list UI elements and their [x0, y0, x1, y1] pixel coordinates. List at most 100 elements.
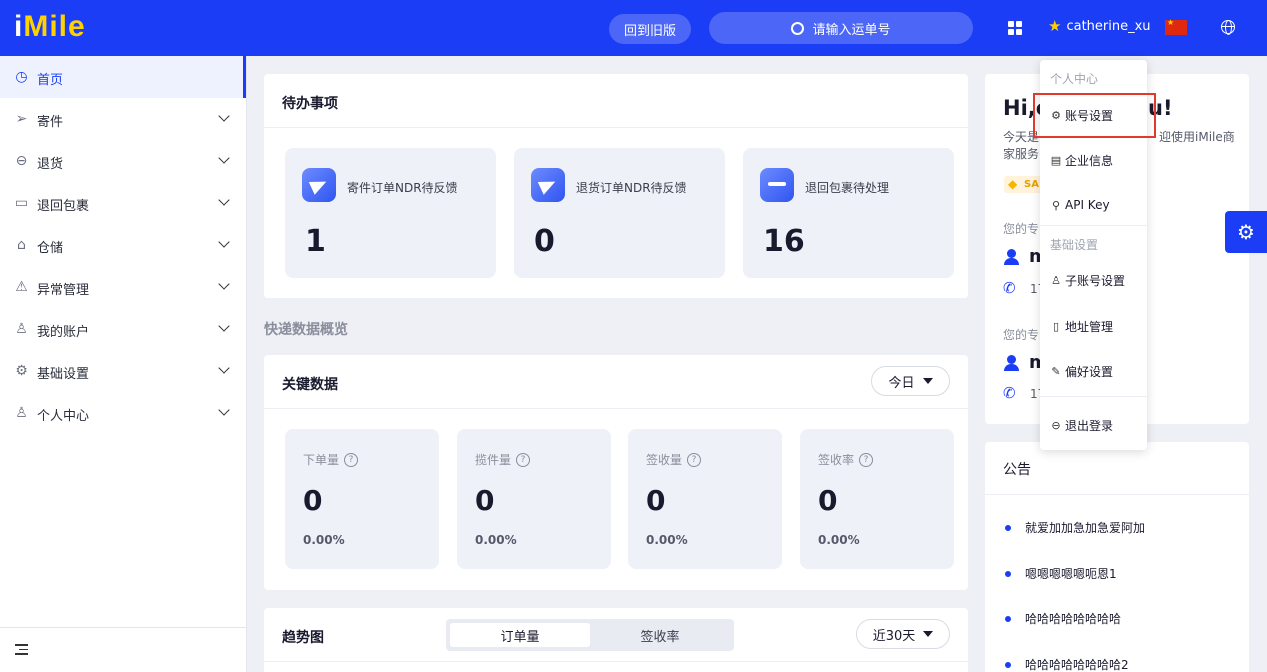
sidebar-item-home[interactable]: ◷ 首页 [0, 56, 246, 98]
divider [264, 661, 968, 662]
help-icon[interactable]: ? [516, 452, 531, 467]
apps-grid-icon[interactable] [1008, 21, 1022, 35]
menu-item-api-key[interactable]: ⚲ API Key [1050, 198, 1110, 212]
menu-divider [1040, 396, 1147, 397]
sidebar-item-personal-center[interactable]: ♙ 个人中心 [0, 392, 246, 434]
sidebar-item-exceptions[interactable]: ⚠ 异常管理 [0, 266, 246, 308]
user-menu-trigger[interactable]: ★ catherine_xu [1048, 19, 1151, 35]
china-flag-icon[interactable] [1165, 18, 1187, 35]
collapse-menu-icon[interactable] [15, 644, 28, 655]
divider [985, 494, 1249, 495]
sidebar-item-warehouse[interactable]: ⌂ 仓储 [0, 224, 246, 266]
phone-icon: ✆ [1003, 384, 1016, 402]
help-icon[interactable]: ? [687, 452, 702, 467]
help-icon[interactable]: ? [344, 452, 359, 467]
menu-item-address[interactable]: ▯ 地址管理 [1050, 318, 1113, 335]
menu-item-sub-accounts[interactable]: ♙ 子账号设置 [1050, 272, 1125, 289]
metric-signed: 签收量? 0 0.00% [628, 429, 782, 569]
metric-value: 0 [303, 484, 323, 517]
sidebar: ◷ 首页 ➢ 寄件 ⊖ 退货 ▭ 退回包裹 ⌂ 仓储 ⚠ 异常管理 ♙ 我的账户… [0, 56, 247, 672]
bullet-dot [1005, 524, 1011, 531]
tab-order-volume[interactable]: 订单量 [450, 623, 590, 647]
notice-text: 就爱加加急加急爱阿加 [1025, 521, 1146, 535]
sidebar-footer [0, 627, 246, 672]
help-icon[interactable]: ? [859, 452, 874, 467]
floating-settings-button[interactable]: ⚙ [1225, 211, 1267, 253]
overview-section-title: 快递数据概览 [264, 322, 348, 338]
globe-icon[interactable] [1221, 20, 1235, 35]
sidebar-item-label: 首页 [37, 73, 64, 88]
menu-item-company-info[interactable]: ▤ 企业信息 [1050, 152, 1113, 169]
caret-down-icon [923, 631, 934, 637]
todo-item-return-ndr[interactable]: 退货订单NDR待反馈 0 [514, 148, 725, 278]
sidebar-item-label: 仓储 [37, 241, 64, 256]
todo-item-send-ndr[interactable]: 寄件订单NDR待反馈 1 [285, 148, 496, 278]
top-header: iMile 回到旧版 请输入运单号 ★ catherine_xu [0, 0, 1267, 56]
phone-icon: ✆ [1003, 279, 1016, 297]
menu-label: 偏好设置 [1065, 365, 1114, 379]
old-version-button[interactable]: 回到旧版 [609, 14, 691, 44]
sidebar-item-returns[interactable]: ⊖ 退货 [0, 140, 246, 182]
key-icon: ⚲ [1051, 198, 1061, 212]
todo-label: 退货订单NDR待反馈 [576, 181, 687, 195]
package-box-icon [760, 168, 794, 202]
sidebar-item-label: 寄件 [37, 115, 64, 130]
chevron-down-icon [218, 278, 230, 290]
menu-item-account-settings[interactable]: ⚙ 账号设置 [1050, 107, 1113, 124]
menu-item-preferences[interactable]: ✎ 偏好设置 [1050, 363, 1113, 380]
period-value: 近30天 [872, 628, 916, 644]
user-icon: ♙ [15, 321, 28, 337]
tab-sign-rate[interactable]: 签收率 [590, 623, 730, 647]
divider [264, 127, 968, 128]
logo-letter-i: i [14, 10, 24, 43]
todo-value: 16 [763, 224, 805, 259]
imile-logo[interactable]: iMile [14, 10, 86, 44]
bullet-dot [1005, 570, 1011, 577]
metric-percent: 0.00% [303, 533, 345, 547]
gear-icon: ⚙ [15, 363, 28, 379]
menu-label: API Key [1065, 198, 1110, 212]
menu-item-logout[interactable]: ⊖ 退出登录 [1050, 417, 1113, 434]
notice-item[interactable]: 哈哈哈哈哈哈哈哈 [1005, 610, 1121, 627]
trend-period-select[interactable]: 近30天 [856, 619, 950, 649]
todo-title: 待办事项 [282, 96, 338, 112]
chevron-down-icon [218, 194, 230, 206]
metric-value: 0 [475, 484, 495, 517]
wrench-icon: ✎ [1051, 365, 1061, 378]
waybill-search-input[interactable]: 请输入运单号 [709, 12, 973, 44]
search-icon [791, 21, 805, 35]
notice-item[interactable]: 就爱加加急加急爱阿加 [1005, 519, 1145, 536]
sidebar-item-label: 我的账户 [37, 325, 90, 340]
gear-icon: ⚙ [1237, 220, 1255, 244]
sidebar-item-my-account[interactable]: ♙ 我的账户 [0, 308, 246, 350]
sidebar-item-send[interactable]: ➢ 寄件 [0, 98, 246, 140]
logo-text: Mile [23, 10, 86, 43]
username: catherine_xu [1066, 19, 1151, 34]
todo-value: 0 [534, 224, 555, 259]
logout-icon: ⊖ [1051, 419, 1061, 432]
menu-label: 子账号设置 [1065, 274, 1126, 288]
welcome-text-line2: 家服务 [1003, 147, 1040, 161]
sidebar-item-returned-packages[interactable]: ▭ 退回包裹 [0, 182, 246, 224]
send-plane-icon [302, 168, 336, 202]
sidebar-item-basic-settings[interactable]: ⚙ 基础设置 [0, 350, 246, 392]
metric-percent: 0.00% [475, 533, 517, 547]
notice-item[interactable]: 哈哈哈哈哈哈哈哈2 [1005, 656, 1129, 672]
chevron-down-icon [218, 404, 230, 416]
trend-metric-tabs: 订单量 签收率 [446, 619, 734, 651]
package-icon: ▭ [14, 195, 29, 211]
key-data-title: 关键数据 [282, 377, 338, 393]
metric-label: 签收量 [646, 453, 683, 467]
alarm-icon: ⚠ [15, 279, 28, 295]
period-value: 今日 [888, 375, 915, 391]
notice-item[interactable]: 嗯嗯嗯嗯嗯呃恩1 [1005, 565, 1117, 582]
metric-value: 0 [646, 484, 666, 517]
todo-item-returned-packages[interactable]: 退回包裹待处理 16 [743, 148, 954, 278]
warehouse-icon: ⌂ [17, 237, 26, 253]
chevron-down-icon [218, 152, 230, 164]
key-data-period-select[interactable]: 今日 [871, 366, 950, 396]
gear-icon: ⚙ [1051, 109, 1061, 122]
menu-label: 地址管理 [1065, 320, 1114, 334]
return-plane-icon [531, 168, 565, 202]
menu-section-personal: 个人中心 [1050, 72, 1099, 86]
